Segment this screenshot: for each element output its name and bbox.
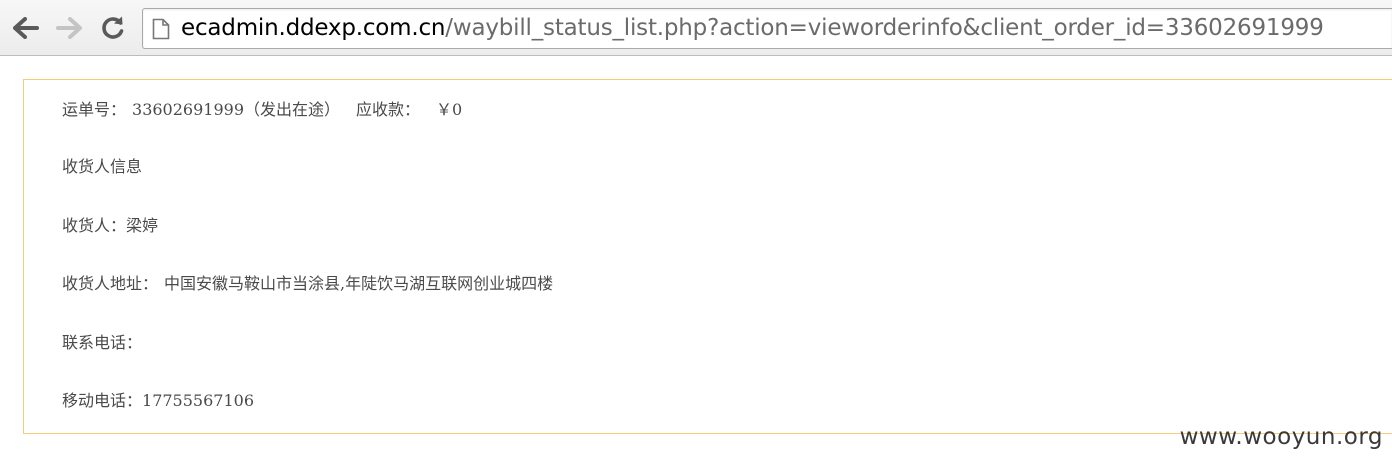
address-bar[interactable]: ecadmin.ddexp.com.cn/waybill_status_list… xyxy=(142,8,1392,49)
reload-icon xyxy=(102,16,124,39)
receivable-label: 应收款： xyxy=(356,100,421,119)
receivable-value: ￥0 xyxy=(436,100,463,119)
forward-button[interactable] xyxy=(54,13,84,43)
consignee-name-value: 梁婷 xyxy=(126,216,159,235)
consignee-address-label: 收货人地址： xyxy=(62,274,159,293)
waybill-info-box: 运单号： 33602691999（发出在途） 应收款： ￥0 收货人信息 收货人：梁婷… xyxy=(23,79,1392,434)
consignee-mobile-label: 移动电话： xyxy=(62,391,143,410)
forward-arrow-icon xyxy=(56,17,82,39)
browser-toolbar: ecadmin.ddexp.com.cn/waybill_status_list… xyxy=(0,0,1392,56)
url-path: /waybill_status_list.php?action=vieworde… xyxy=(445,15,1324,41)
consignee-mobile-line: 移动电话：17755567106 xyxy=(62,391,254,411)
consignee-section-title: 收货人信息 xyxy=(62,157,143,176)
consignee-phone-line: 联系电话： xyxy=(62,333,142,353)
waybill-number-label: 运单号： xyxy=(62,100,127,119)
reload-button[interactable] xyxy=(98,13,128,43)
consignee-name-label: 收货人： xyxy=(62,216,127,235)
consignee-name-line: 收货人：梁婷 xyxy=(62,216,158,236)
consignee-address-line: 收货人地址： 中国安徽马鞍山市当涂县,年陡饮马湖互联网创业城四楼 xyxy=(62,274,553,294)
waybill-line: 运单号： 33602691999（发出在途） 应收款： ￥0 xyxy=(62,100,462,120)
page-document-icon xyxy=(152,18,170,44)
consignee-address-value: 中国安徽马鞍山市当涂县,年陡饮马湖互联网创业城四楼 xyxy=(164,274,554,293)
consignee-mobile-value: 17755567106 xyxy=(142,391,254,410)
back-arrow-icon xyxy=(13,17,39,39)
url-text[interactable]: ecadmin.ddexp.com.cn/waybill_status_list… xyxy=(181,14,1324,42)
url-host: ecadmin.ddexp.com.cn xyxy=(181,15,446,41)
watermark: www.wooyun.org xyxy=(1179,424,1383,450)
consignee-phone-label: 联系电话： xyxy=(62,333,143,352)
back-button[interactable] xyxy=(11,13,41,43)
waybill-number-value: 33602691999（发出在途） xyxy=(132,100,340,119)
